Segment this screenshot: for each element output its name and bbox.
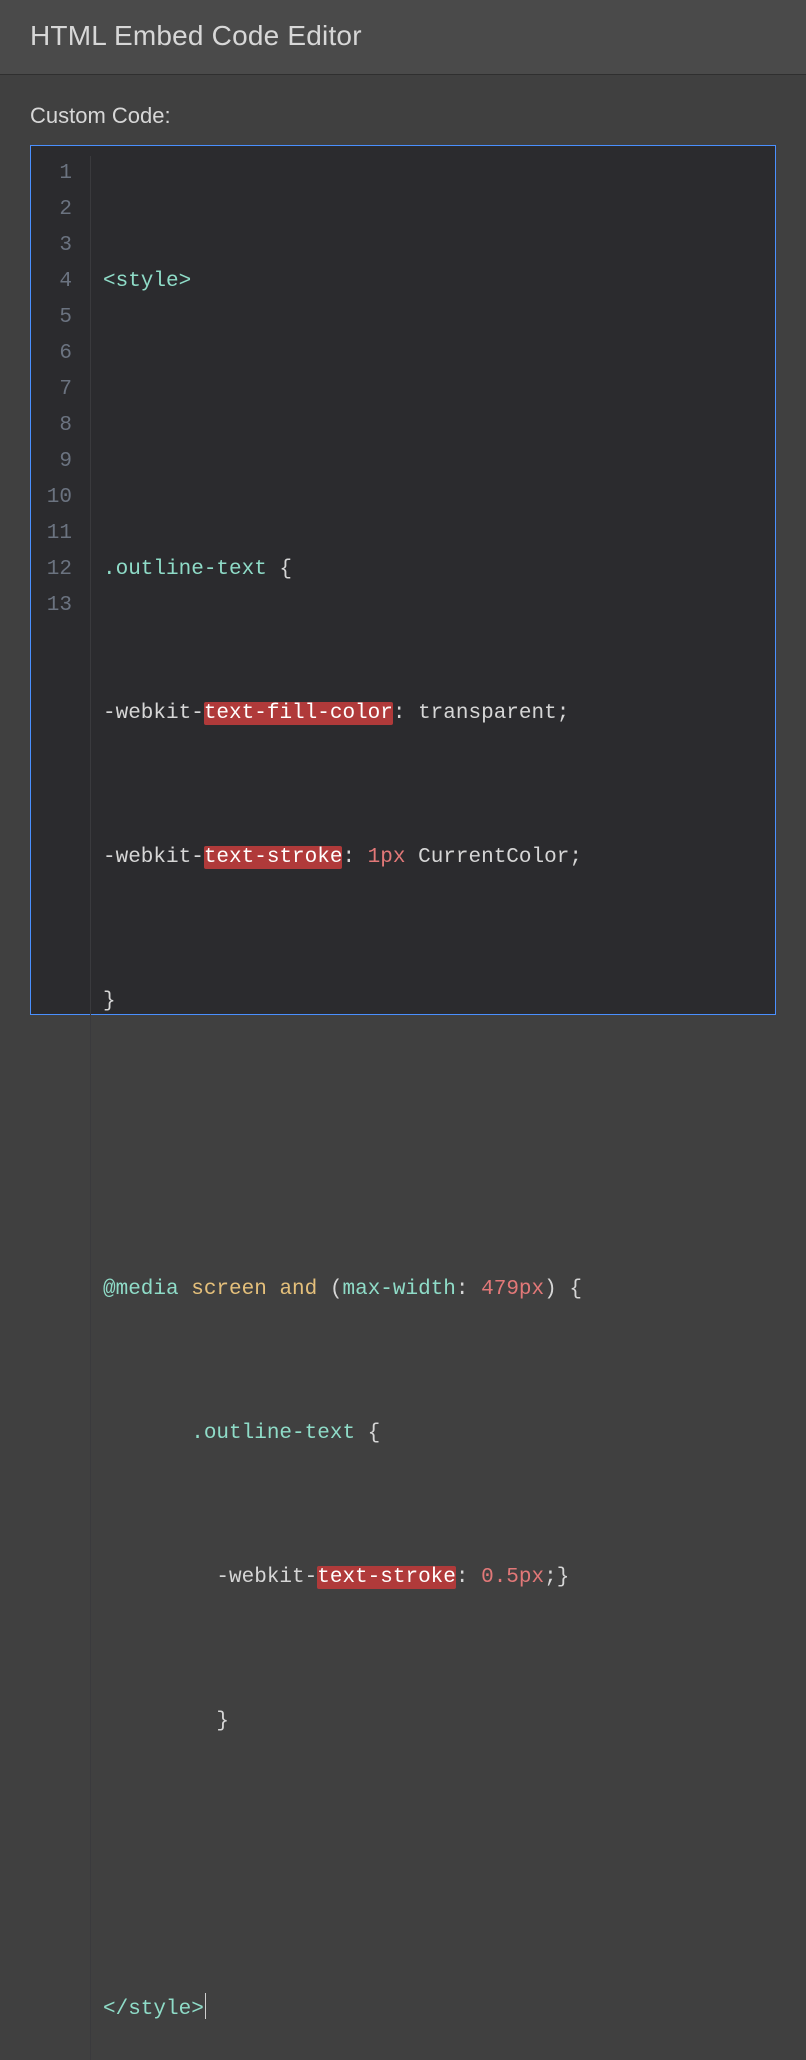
code-editor[interactable]: 1 2 3 4 5 6 7 8 9 10 11 12 13 <style>: [30, 145, 776, 1015]
code-editor-inner[interactable]: 1 2 3 4 5 6 7 8 9 10 11 12 13 <style>: [31, 146, 775, 2060]
code-line[interactable]: [103, 408, 775, 444]
paren: ): [544, 1278, 557, 1301]
property-prefix: -webkit-: [103, 846, 204, 869]
at-rule: @media: [103, 1278, 179, 1301]
line-number: 9: [31, 444, 72, 480]
code-area[interactable]: <style> .outline-text { -webkit-text-fil…: [91, 156, 775, 2060]
brace: {: [355, 1422, 380, 1445]
semicolon: ;: [544, 1566, 557, 1589]
and-keyword: and: [267, 1278, 317, 1301]
brace: }: [103, 990, 116, 1013]
property-prefix: -webkit-: [216, 1566, 317, 1589]
brace: }: [557, 1566, 570, 1589]
selector: .outline-text: [103, 558, 267, 581]
text-cursor: [205, 1993, 207, 2019]
value-number: 1px: [368, 846, 406, 869]
media-type: screen: [179, 1278, 267, 1301]
line-number-gutter: 1 2 3 4 5 6 7 8 9 10 11 12 13: [31, 156, 91, 2060]
indent: [103, 1710, 216, 1733]
section-label: Custom Code:: [30, 103, 776, 129]
code-line[interactable]: [103, 1128, 775, 1164]
line-number: 1: [31, 156, 72, 192]
semicolon: ;: [569, 846, 582, 869]
style-close-tag: </style>: [103, 1998, 204, 2021]
value: CurrentColor: [405, 846, 569, 869]
custom-code-section: Custom Code: 1 2 3 4 5 6 7 8 9 10 11 12 …: [0, 75, 806, 1015]
line-number: 8: [31, 408, 72, 444]
code-line[interactable]: }: [103, 984, 775, 1020]
code-line[interactable]: <style>: [103, 264, 775, 300]
line-number: 7: [31, 372, 72, 408]
colon: :: [456, 1566, 481, 1589]
selector: .outline-text: [191, 1422, 355, 1445]
paren: (: [317, 1278, 342, 1301]
brace: }: [216, 1710, 229, 1733]
code-line[interactable]: .outline-text {: [103, 1416, 775, 1452]
line-number: 3: [31, 228, 72, 264]
page-title: HTML Embed Code Editor: [30, 20, 776, 52]
code-line[interactable]: </style>: [103, 1992, 775, 2028]
code-line[interactable]: -webkit-text-stroke: 0.5px;}: [103, 1560, 775, 1596]
code-line[interactable]: -webkit-text-stroke: 1px CurrentColor;: [103, 840, 775, 876]
property-error: text-fill-color: [204, 702, 393, 725]
media-feature: max-width: [342, 1278, 455, 1301]
line-number: 5: [31, 300, 72, 336]
colon: :: [456, 1278, 481, 1301]
value-number: 0.5px: [481, 1566, 544, 1589]
line-number: 12: [31, 552, 72, 588]
brace: {: [557, 1278, 582, 1301]
titlebar: HTML Embed Code Editor: [0, 0, 806, 75]
code-line[interactable]: -webkit-text-fill-color: transparent;: [103, 696, 775, 732]
code-line[interactable]: .outline-text {: [103, 552, 775, 588]
semicolon: ;: [557, 702, 570, 725]
line-number: 4: [31, 264, 72, 300]
value: transparent: [418, 702, 557, 725]
property-error: text-stroke: [204, 846, 343, 869]
value-number: 479px: [481, 1278, 544, 1301]
code-line[interactable]: @media screen and (max-width: 479px) {: [103, 1272, 775, 1308]
brace: {: [267, 558, 292, 581]
line-number: 2: [31, 192, 72, 228]
line-number: 11: [31, 516, 72, 552]
colon: :: [342, 846, 367, 869]
colon: :: [393, 702, 418, 725]
style-open-tag: <style>: [103, 270, 191, 293]
line-number: 13: [31, 588, 72, 624]
line-number: 10: [31, 480, 72, 516]
code-line[interactable]: }: [103, 1704, 775, 1740]
line-number: 6: [31, 336, 72, 372]
code-line[interactable]: [103, 1848, 775, 1884]
property-prefix: -webkit-: [103, 702, 204, 725]
property-error: text-stroke: [317, 1566, 456, 1589]
indent: [103, 1566, 216, 1589]
indent: [103, 1422, 191, 1445]
